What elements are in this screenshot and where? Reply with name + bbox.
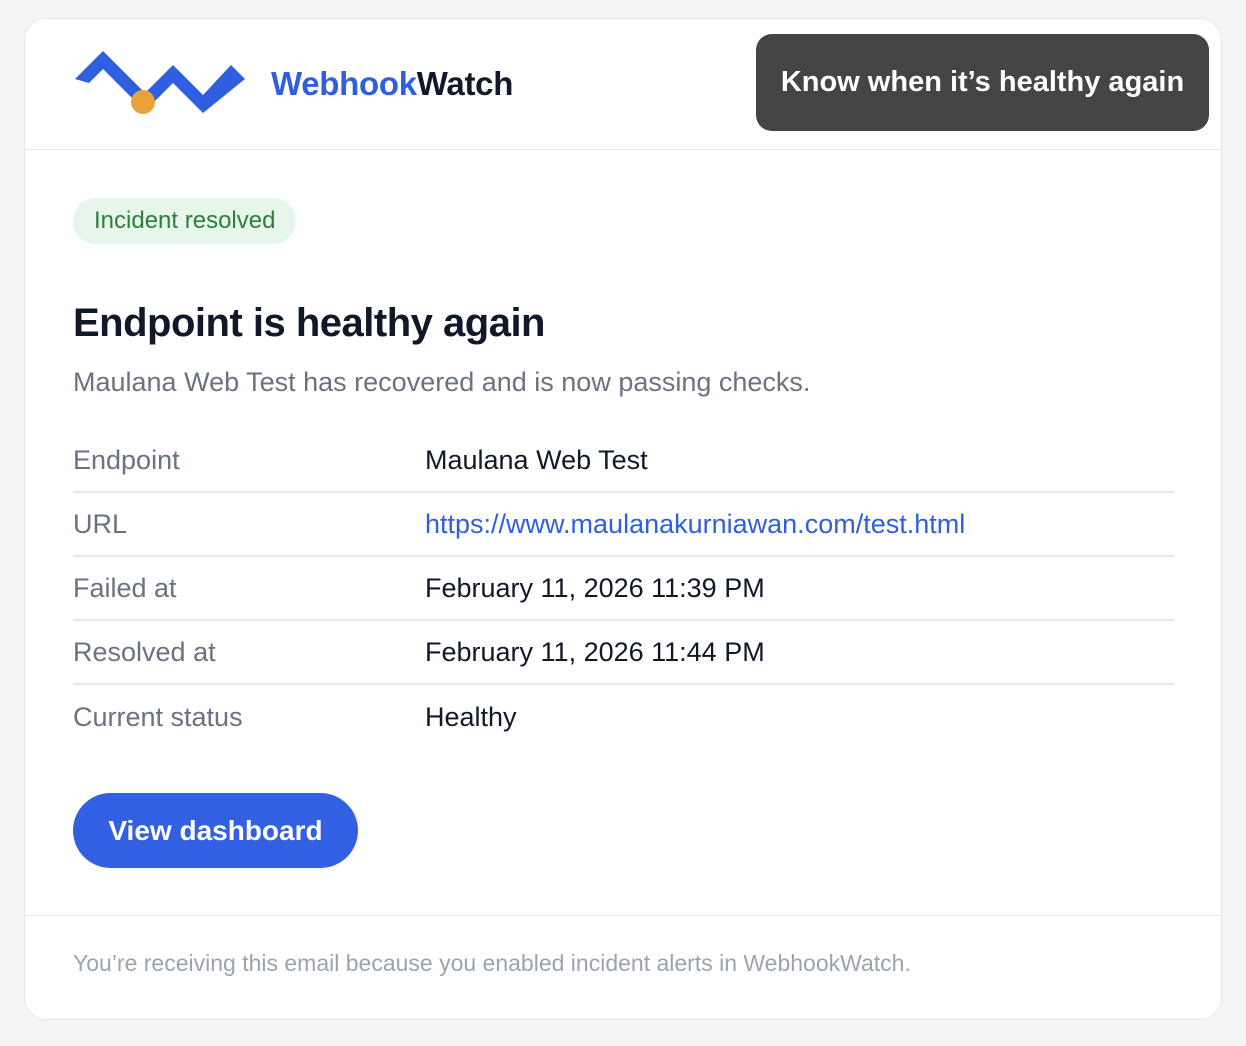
brand-name-rest: Watch bbox=[416, 65, 514, 102]
detail-value: February 11, 2026 11:44 PM bbox=[425, 636, 765, 667]
detail-label: Failed at bbox=[73, 572, 177, 603]
detail-row-current-status: Current status Healthy bbox=[73, 685, 1174, 749]
detail-label: Current status bbox=[73, 701, 243, 732]
view-dashboard-button[interactable]: View dashboard bbox=[73, 793, 358, 868]
email-footer: You’re receiving this email because you … bbox=[25, 915, 1221, 1019]
endpoint-url-link[interactable]: https://www.maulanakurniawan.com/test.ht… bbox=[425, 509, 965, 540]
page-subtitle: Maulana Web Test has recovered and is no… bbox=[73, 367, 811, 397]
detail-label: Resolved at bbox=[73, 636, 216, 667]
brand-name-accent: Webhook bbox=[271, 65, 417, 102]
details-table: Endpoint Maulana Web Test URL https://ww… bbox=[73, 429, 1174, 749]
detail-value: Maulana Web Test bbox=[425, 444, 648, 475]
brand-name: WebhookWatch bbox=[271, 65, 513, 103]
detail-row-url: URL https://www.maulanakurniawan.com/tes… bbox=[73, 493, 1174, 557]
detail-row-resolved-at: Resolved at February 11, 2026 11:44 PM bbox=[73, 621, 1174, 685]
detail-value: Healthy bbox=[425, 701, 517, 732]
footer-text: You’re receiving this email because you … bbox=[73, 950, 911, 976]
tooltip: Know when it’s healthy again bbox=[756, 34, 1209, 131]
webhookwatch-logo-icon bbox=[75, 51, 245, 114]
detail-value: February 11, 2026 11:39 PM bbox=[425, 572, 765, 603]
detail-label: URL bbox=[73, 508, 128, 539]
detail-label: Endpoint bbox=[73, 444, 180, 475]
detail-row-endpoint: Endpoint Maulana Web Test bbox=[73, 429, 1174, 493]
page-title: Endpoint is healthy again bbox=[73, 301, 546, 345]
status-badge: Incident resolved bbox=[73, 198, 297, 244]
email-header: WebhookWatch Know when it’s healthy agai… bbox=[25, 19, 1221, 150]
email-card: WebhookWatch Know when it’s healthy agai… bbox=[24, 18, 1222, 1020]
detail-row-failed-at: Failed at February 11, 2026 11:39 PM bbox=[73, 557, 1174, 621]
